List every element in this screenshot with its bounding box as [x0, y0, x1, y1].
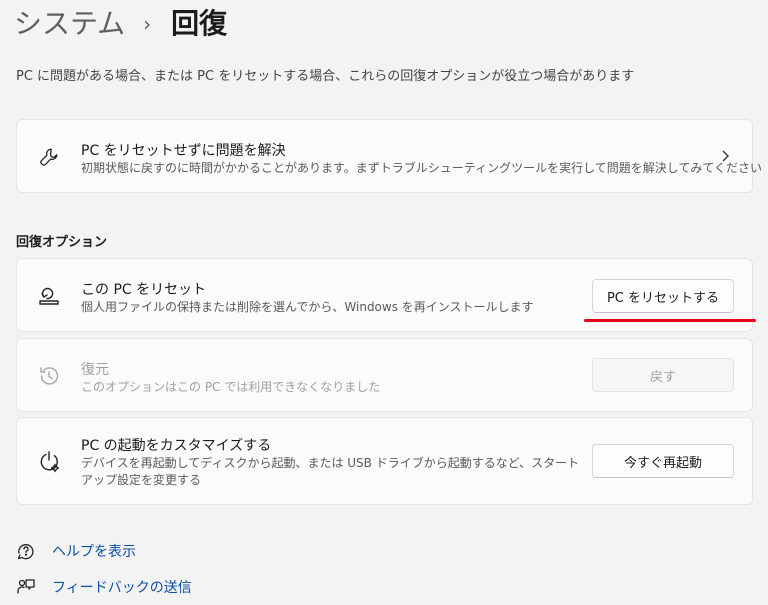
reset-pc-subtitle: 個人用ファイルの保持または削除を選んでから、Windows を再インストールしま… [81, 300, 534, 314]
breadcrumb: システム › 回復 [14, 4, 227, 44]
feedback-link[interactable]: フィードバックの送信 [52, 577, 192, 597]
wrench-icon [37, 145, 61, 169]
reset-pc-button[interactable]: PC をリセットする [592, 279, 734, 313]
go-back-title: 復元 [81, 362, 109, 378]
troubleshoot-subtitle: 初期状態に戻すのに時間がかかることがあります。まずトラブルシューティングツールを… [81, 161, 763, 175]
go-back-subtitle: このオプションはこの PC では利用できなくなりました [81, 380, 381, 394]
help-link-row[interactable]: ヘルプを表示 [16, 541, 136, 561]
reset-pc-title: この PC をリセット [81, 282, 207, 298]
go-back-card: 復元 このオプションはこの PC では利用できなくなりました 戻す [16, 338, 753, 412]
feedback-link-row[interactable]: フィードバックの送信 [16, 577, 192, 597]
help-icon [16, 541, 36, 561]
page-title: 回復 [171, 7, 228, 40]
advanced-startup-icon [37, 450, 61, 474]
page-description: PC に問題がある場合、または PC をリセットする場合、これらの回復オプション… [16, 69, 635, 84]
advanced-startup-card: PC の起動をカスタマイズする デバイスを再起動してディスクから起動、または U… [16, 417, 753, 505]
help-link[interactable]: ヘルプを表示 [52, 541, 136, 561]
restart-now-button[interactable]: 今すぐ再起動 [592, 444, 734, 478]
troubleshoot-title: PC をリセットせずに問題を解決 [81, 143, 286, 159]
advanced-startup-title: PC の起動をカスタマイズする [81, 438, 272, 454]
highlight-underline [584, 319, 756, 322]
advanced-startup-subtitle: デバイスを再起動してディスクから起動、または USB ドライブから起動するなど、… [81, 456, 580, 487]
section-heading-recovery-options: 回復オプション [16, 235, 108, 250]
breadcrumb-parent-system[interactable]: システム [14, 4, 125, 44]
chevron-right-icon [720, 148, 730, 162]
feedback-icon [16, 577, 36, 597]
history-icon [37, 364, 61, 388]
reset-pc-icon [37, 284, 61, 308]
go-back-button: 戻す [592, 358, 734, 392]
chevron-right-icon: › [143, 12, 152, 36]
troubleshoot-card[interactable]: PC をリセットせずに問題を解決 初期状態に戻すのに時間がかかることがあります。… [16, 119, 762, 193]
